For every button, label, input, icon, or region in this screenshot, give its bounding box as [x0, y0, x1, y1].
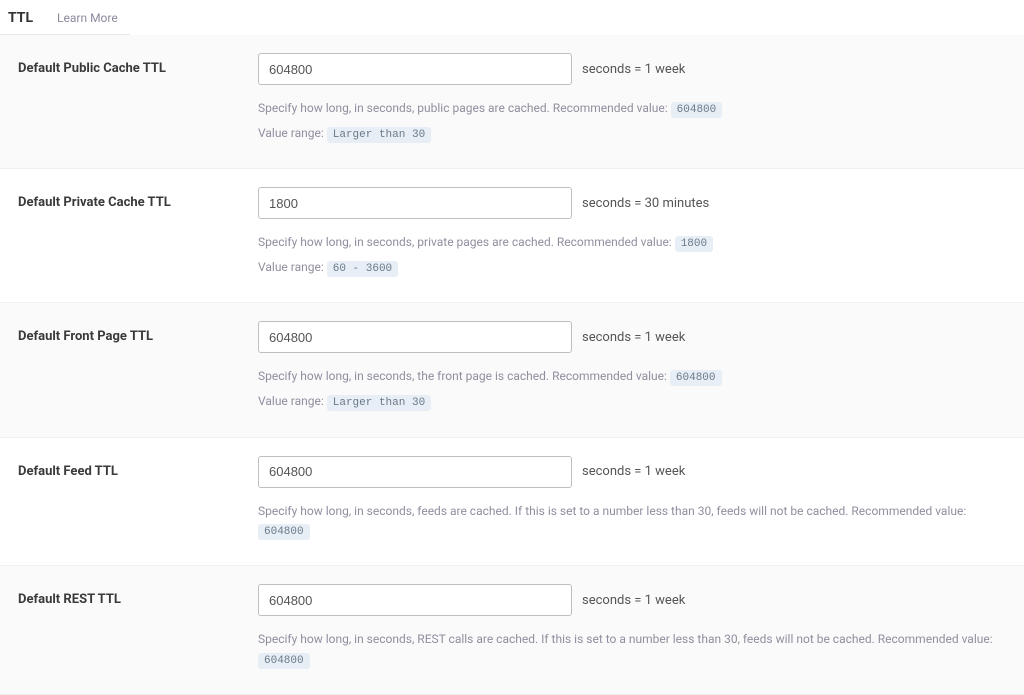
feed-ttl-input[interactable] [258, 456, 572, 488]
label-rest-ttl: Default REST TTL [18, 584, 258, 607]
input-line: seconds = 1 week [258, 321, 1006, 353]
row-rest-ttl: Default REST TTL seconds = 1 week Specif… [0, 566, 1024, 695]
help-prefix: Specify how long, in seconds, the front … [258, 369, 667, 383]
range-label: Value range: [258, 260, 324, 274]
recommended-value-pill: 1800 [675, 236, 713, 252]
range-value-pill: Larger than 30 [327, 127, 431, 143]
body-public-cache-ttl: seconds = 1 week Specify how long, in se… [258, 53, 1006, 148]
input-line: seconds = 1 week [258, 53, 1006, 85]
suffix-text: seconds = 1 week [582, 464, 685, 479]
suffix-text: seconds = 1 week [582, 62, 685, 77]
input-line: seconds = 1 week [258, 456, 1006, 488]
range-value-pill: 60 - 3600 [327, 261, 398, 277]
public-cache-ttl-input[interactable] [258, 53, 572, 85]
help-text: Specify how long, in seconds, private pa… [258, 233, 1006, 278]
body-feed-ttl: seconds = 1 week Specify how long, in se… [258, 456, 1006, 546]
suffix-text: seconds = 1 week [582, 330, 685, 345]
label-front-page-ttl: Default Front Page TTL [18, 321, 258, 344]
suffix-text: seconds = 30 minutes [582, 196, 709, 211]
input-line: seconds = 1 week [258, 584, 1006, 616]
body-private-cache-ttl: seconds = 30 minutes Specify how long, i… [258, 187, 1006, 282]
help-prefix: Specify how long, in seconds, public pag… [258, 101, 668, 115]
recommended-value-pill: 604800 [258, 653, 310, 669]
help-prefix: Specify how long, in seconds, private pa… [258, 235, 672, 249]
help-prefix: Specify how long, in seconds, feeds are … [258, 504, 966, 518]
label-feed-ttl: Default Feed TTL [18, 456, 258, 479]
recommended-value-pill: 604800 [671, 102, 723, 118]
input-line: seconds = 30 minutes [258, 187, 1006, 219]
range-label: Value range: [258, 394, 324, 408]
range-label: Value range: [258, 126, 324, 140]
private-cache-ttl-input[interactable] [258, 187, 572, 219]
row-private-cache-ttl: Default Private Cache TTL seconds = 30 m… [0, 169, 1024, 303]
help-text: Specify how long, in seconds, feeds are … [258, 502, 1006, 542]
label-public-cache-ttl: Default Public Cache TTL [18, 53, 258, 76]
recommended-value-pill: 604800 [670, 370, 722, 386]
section-header: TTL Learn More [0, 0, 130, 35]
range-value-pill: Larger than 30 [327, 395, 431, 411]
row-feed-ttl: Default Feed TTL seconds = 1 week Specif… [0, 438, 1024, 567]
help-prefix: Specify how long, in seconds, REST calls… [258, 632, 993, 646]
body-rest-ttl: seconds = 1 week Specify how long, in se… [258, 584, 1006, 674]
help-text: Specify how long, in seconds, public pag… [258, 99, 1006, 144]
recommended-value-pill: 604800 [258, 524, 310, 540]
learn-more-link[interactable]: Learn More [57, 11, 118, 25]
section-title: TTL [8, 10, 33, 26]
suffix-text: seconds = 1 week [582, 593, 685, 608]
front-page-ttl-input[interactable] [258, 321, 572, 353]
body-front-page-ttl: seconds = 1 week Specify how long, in se… [258, 321, 1006, 416]
help-text: Specify how long, in seconds, the front … [258, 367, 1006, 412]
row-public-cache-ttl: Default Public Cache TTL seconds = 1 wee… [0, 35, 1024, 169]
help-text: Specify how long, in seconds, REST calls… [258, 630, 1006, 670]
label-private-cache-ttl: Default Private Cache TTL [18, 187, 258, 210]
rest-ttl-input[interactable] [258, 584, 572, 616]
row-front-page-ttl: Default Front Page TTL seconds = 1 week … [0, 303, 1024, 437]
